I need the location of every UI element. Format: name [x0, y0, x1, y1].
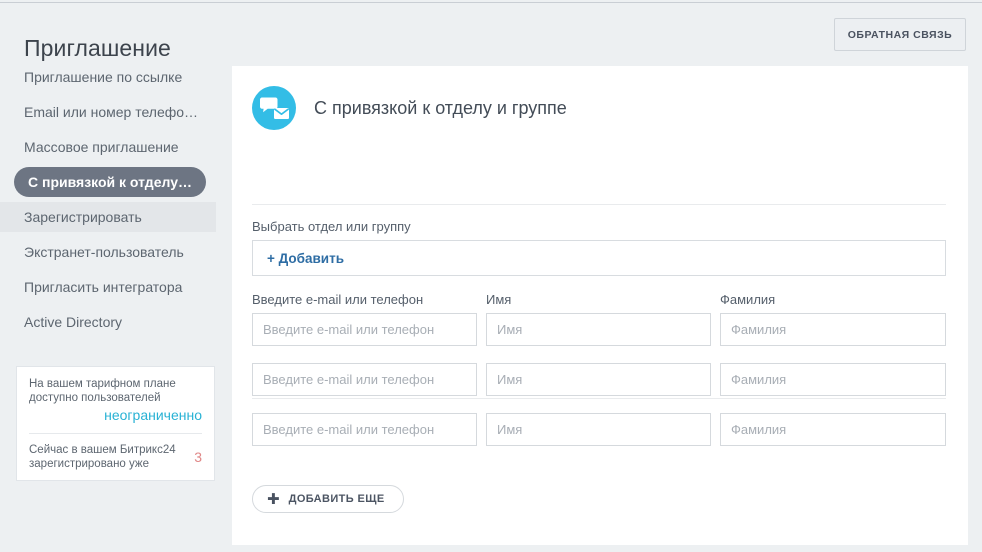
- quota-registered-text: Сейчас в вашем Битрикс24 зарегистрирован…: [29, 444, 176, 470]
- column-label-last-name: Фамилия: [720, 292, 776, 307]
- page-title: Приглашение: [24, 35, 171, 62]
- main-card: С привязкой к отделу и группе Выбрать от…: [232, 66, 968, 545]
- last-name-field[interactable]: [720, 363, 946, 396]
- email-field[interactable]: [252, 363, 477, 396]
- sidebar-item-email-or-phone[interactable]: Email или номер телефо…: [0, 97, 232, 127]
- quota-registered-count: 3: [194, 449, 202, 465]
- add-department-field[interactable]: + Добавить: [252, 240, 946, 276]
- quota-box: На вашем тарифном плане доступно пользов…: [16, 366, 215, 481]
- page-root: Приглашение ОБРАТНАЯ СВЯЗЬ Приглашение п…: [0, 0, 982, 552]
- sidebar-item-invite-by-link[interactable]: Приглашение по ссылке: [0, 62, 232, 92]
- add-more-label: ДОБАВИТЬ ЕЩЕ: [288, 493, 385, 505]
- invite-row: [252, 313, 946, 346]
- first-name-field[interactable]: [486, 363, 711, 396]
- card-header: С привязкой к отделу и группе: [252, 86, 567, 130]
- last-name-field[interactable]: [720, 313, 946, 346]
- top-divider: [0, 2, 982, 3]
- quota-divider: [29, 433, 202, 434]
- add-more-button[interactable]: ✚ ДОБАВИТЬ ЕЩЕ: [252, 485, 404, 513]
- quota-plan-value: неограниченно: [104, 407, 202, 423]
- rows-divider: [252, 398, 946, 399]
- email-field[interactable]: [252, 413, 477, 446]
- sidebar-item-department-group[interactable]: С привязкой к отделу и …: [14, 167, 206, 197]
- feedback-button[interactable]: ОБРАТНАЯ СВЯЗЬ: [834, 18, 966, 51]
- chat-mail-icon: [252, 86, 296, 130]
- column-label-first-name: Имя: [486, 292, 512, 307]
- sidebar-item-extranet-user[interactable]: Экстранет-пользователь: [0, 237, 232, 267]
- sidebar-item-active-directory[interactable]: Active Directory: [0, 307, 232, 337]
- column-labels: Введите e-mail или телефон Имя Фамилия: [252, 292, 946, 307]
- department-label: Выбрать отдел или группу: [252, 219, 411, 234]
- invite-row: [252, 363, 946, 396]
- sidebar-item-register[interactable]: Зарегистрировать: [0, 202, 216, 232]
- plus-icon: ✚: [267, 490, 280, 508]
- quota-plan-text: На вашем тарифном плане доступно пользов…: [29, 378, 176, 404]
- column-label-email: Введите e-mail или телефон: [252, 292, 424, 307]
- add-department-label: + Добавить: [267, 250, 345, 266]
- header-divider: [252, 204, 946, 205]
- sidebar-item-invite-integrator[interactable]: Пригласить интегратора: [0, 272, 232, 302]
- first-name-field[interactable]: [486, 313, 711, 346]
- email-field[interactable]: [252, 313, 477, 346]
- quota-registered-row: Сейчас в вашем Битрикс24 зарегистрирован…: [29, 443, 202, 471]
- card-title: С привязкой к отделу и группе: [314, 97, 567, 118]
- sidebar-item-mass-invite[interactable]: Массовое приглашение: [0, 132, 232, 162]
- last-name-field[interactable]: [720, 413, 946, 446]
- sidebar-nav: Приглашение по ссылке Email или номер те…: [0, 62, 232, 342]
- first-name-field[interactable]: [486, 413, 711, 446]
- invite-row: [252, 413, 946, 446]
